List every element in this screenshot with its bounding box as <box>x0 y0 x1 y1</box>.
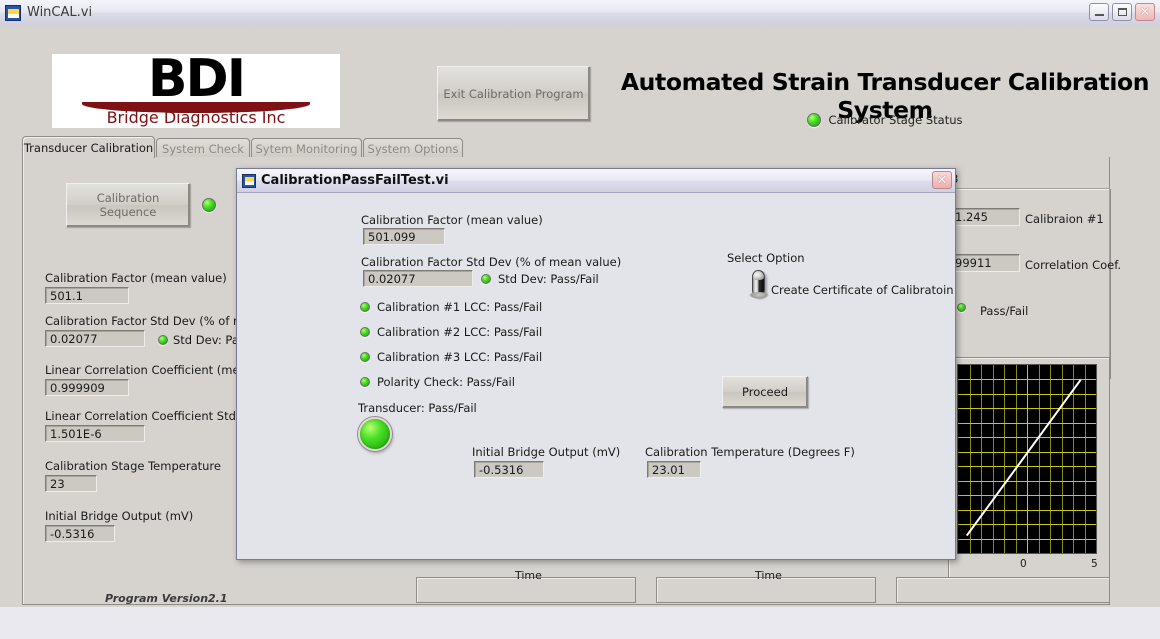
minimize-button[interactable] <box>1089 3 1109 21</box>
graph-gridline-horizontal <box>958 408 1096 409</box>
dialog-value-calibration-temperature[interactable]: 23.01 <box>647 461 701 478</box>
window-title: WinCAL.vi <box>27 5 92 20</box>
graph-gridline-horizontal <box>958 394 1096 395</box>
field-value-calibration-factor[interactable]: 501.1 <box>45 287 129 304</box>
field-label-stage-temp: Calibration Stage Temperature <box>45 459 221 473</box>
iteration2-graph-x-title: Time <box>755 569 782 582</box>
transducer-passfail-led-icon <box>358 417 392 451</box>
graph-x-tick-5: 5 <box>1091 558 1098 570</box>
graph-gridline-horizontal <box>958 466 1096 467</box>
right-value-calibration-1[interactable]: 1.245 <box>950 208 1020 226</box>
dialog-std-dev-label: Std Dev: Pass/Fail <box>498 272 599 286</box>
calibration-passfail-dialog: CalibrationPassFailTest.vi ✕ Calibration… <box>236 168 956 560</box>
graph-gridline-horizontal <box>958 423 1096 424</box>
field-label-cf-std-dev: Calibration Factor Std Dev (% of mean <box>45 314 266 328</box>
field-label-initial-bridge-output: Initial Bridge Output (mV) <box>45 509 193 523</box>
tab-system-options[interactable]: System Options <box>363 138 463 158</box>
dialog-check-polarity: Polarity Check: Pass/Fail <box>360 375 515 389</box>
labview-vi-icon <box>5 5 21 21</box>
exit-calibration-program-button[interactable]: Exit Calibration Program <box>437 66 590 121</box>
dialog-label-cf-std-dev: Calibration Factor Std Dev (% of mean va… <box>361 255 621 269</box>
dialog-check-cal2: Calibration #2 LCC: Pass/Fail <box>360 325 542 339</box>
field-value-lcc-mean[interactable]: 0.999909 <box>45 379 129 396</box>
logo-wordmark: BDI <box>52 54 340 107</box>
cal2-lcc-label: Calibration #2 LCC: Pass/Fail <box>377 325 542 339</box>
maximize-button[interactable] <box>1112 3 1132 21</box>
iteration3-graph-plot <box>957 364 1097 554</box>
proceed-button[interactable]: Proceed <box>722 376 808 408</box>
cal2-lcc-led-icon <box>360 327 370 337</box>
graph-x-tick-0: 0 <box>1020 558 1027 570</box>
graph-gridline-horizontal <box>958 524 1096 525</box>
dialog-vi-icon <box>242 174 256 188</box>
transducer-passfail-label: Transducer: Pass/Fail <box>358 401 477 415</box>
polarity-check-led-icon <box>360 377 370 387</box>
dialog-titlebar: CalibrationPassFailTest.vi ✕ <box>237 169 955 193</box>
calibrator-stage-status: Calibrator Stage Status <box>620 113 1150 127</box>
graph-trace <box>966 379 1082 536</box>
dialog-value-calibration-factor[interactable]: 501.099 <box>363 228 445 245</box>
right-value-correlation-coef[interactable]: 99911 <box>950 254 1020 272</box>
field-value-stage-temp[interactable]: 23 <box>45 475 97 492</box>
right-passfail-led-icon <box>957 303 966 312</box>
iteration3-graph[interactable]: 0 5 Time <box>948 357 1110 592</box>
field-value-initial-bridge-output[interactable]: -0.5316 <box>45 525 115 542</box>
calibration-sequence-led-icon <box>202 198 216 212</box>
field-value-lcc-std-dev[interactable]: 1.501E-6 <box>45 425 145 442</box>
dialog-close-icon[interactable]: ✕ <box>932 171 952 189</box>
graph-gridline-horizontal <box>958 539 1096 540</box>
dialog-check-cal3: Calibration #3 LCC: Pass/Fail <box>360 350 542 364</box>
iteration1-graph-x-title: Time <box>515 569 542 582</box>
right-label-calibration-1: Calibraion #1 <box>1025 212 1104 226</box>
window-titlebar: WinCAL.vi ✕ <box>0 0 1160 26</box>
right-label-passfail: Pass/Fail <box>980 304 1028 318</box>
dialog-value-cf-std-dev[interactable]: 0.02077 <box>363 270 473 287</box>
iteration1-graph[interactable]: Time <box>416 577 636 603</box>
dialog-label-calibration-temperature: Calibration Temperature (Degrees F) <box>645 445 855 459</box>
iteration2-graph[interactable]: Time <box>656 577 876 603</box>
polarity-check-label: Polarity Check: Pass/Fail <box>377 375 515 389</box>
stage-status-led-icon <box>807 113 821 127</box>
select-option-label: Select Option <box>727 251 805 265</box>
graph-gridline-horizontal <box>958 437 1096 438</box>
tabstrip: Transducer Calibration System Check Syte… <box>22 136 1110 158</box>
window-controls: ✕ <box>1089 3 1155 21</box>
dialog-label-calibration-factor: Calibration Factor (mean value) <box>361 213 543 227</box>
dialog-title: CalibrationPassFailTest.vi <box>261 173 449 188</box>
dialog-value-initial-bridge-output[interactable]: -0.5316 <box>474 461 544 478</box>
calibration-sequence-button[interactable]: Calibration Sequence <box>66 183 190 227</box>
field-value-cf-std-dev[interactable]: 0.02077 <box>45 330 145 347</box>
tab-transducer-calibration[interactable]: Transducer Calibration <box>22 136 155 158</box>
graph-gridline-horizontal <box>958 481 1096 482</box>
logo-tagline: Bridge Diagnostics Inc <box>52 108 340 127</box>
tab-system-monitoring[interactable]: Sytem Monitoring <box>251 138 362 158</box>
graph-gridline-horizontal <box>958 495 1096 496</box>
cal3-lcc-led-icon <box>360 352 370 362</box>
field-label-lcc-std-dev: Linear Correlation Coefficient Std Dev <box>45 409 262 423</box>
iteration3-graph-bottom[interactable] <box>896 577 1110 603</box>
std-dev-led-icon <box>158 335 168 345</box>
bdi-logo: BDI Bridge Diagnostics Inc <box>52 54 340 128</box>
dialog-std-dev-led-icon <box>481 274 491 284</box>
create-certificate-label: Create Certificate of Calibratoin <box>771 283 954 297</box>
program-version-label: Program Version2.1 <box>105 592 228 605</box>
right-label-correlation-coef: Correlation Coef. <box>1025 258 1121 272</box>
graph-gridline-horizontal <box>958 379 1096 380</box>
application-window: WinCAL.vi ✕ BDI Bridge Diagnostics Inc E… <box>0 0 1160 639</box>
graph-gridline-horizontal <box>958 510 1096 511</box>
create-certificate-toggle[interactable] <box>752 270 765 297</box>
tab-system-check[interactable]: System Check <box>156 138 250 158</box>
cal3-lcc-label: Calibration #3 LCC: Pass/Fail <box>377 350 542 364</box>
stage-status-label: Calibrator Stage Status <box>828 113 962 127</box>
dialog-check-cal1: Calibration #1 LCC: Pass/Fail <box>360 300 542 314</box>
cal1-lcc-label: Calibration #1 LCC: Pass/Fail <box>377 300 542 314</box>
std-dev-passfail-label: Std Dev: Pas <box>173 333 245 347</box>
dialog-label-initial-bridge-output: Initial Bridge Output (mV) <box>472 445 620 459</box>
close-button[interactable]: ✕ <box>1135 3 1155 21</box>
field-label-calibration-factor: Calibration Factor (mean value) <box>45 271 227 285</box>
cal1-lcc-led-icon <box>360 302 370 312</box>
dialog-body: Calibration Factor (mean value) 501.099 … <box>239 193 953 557</box>
dialog-std-dev-indicator: Std Dev: Pass/Fail <box>481 272 599 286</box>
